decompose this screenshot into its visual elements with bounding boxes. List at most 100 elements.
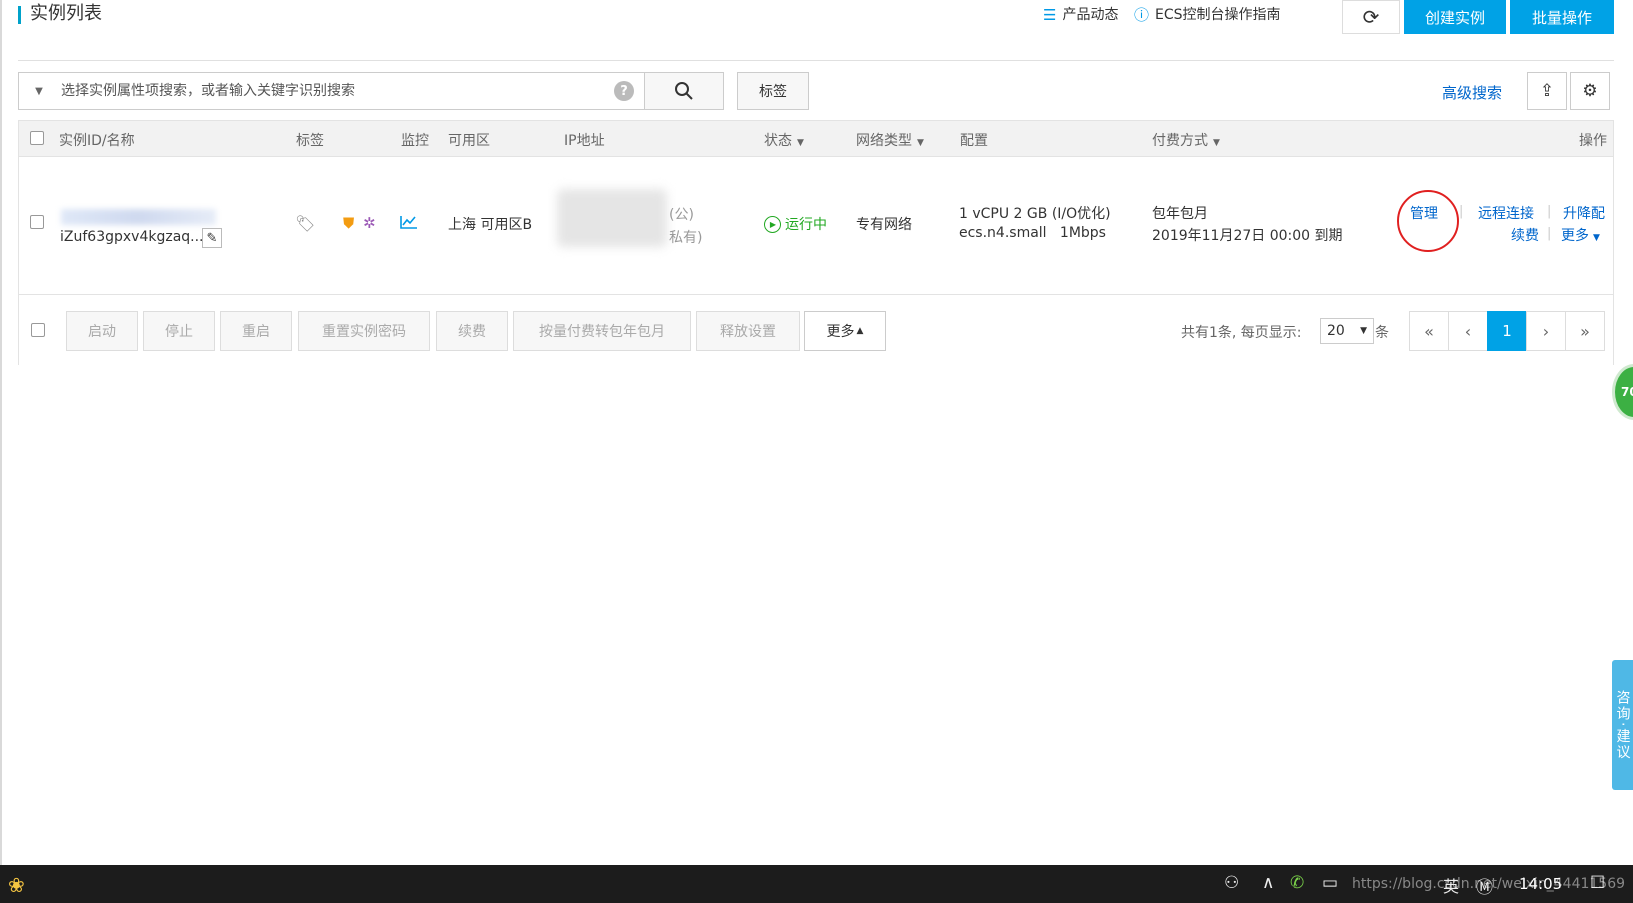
more-actions-link[interactable]: 更多 ▼ — [1561, 225, 1600, 245]
notification-icon[interactable]: ☐ — [1590, 873, 1605, 893]
select-all-checkbox[interactable] — [30, 131, 44, 145]
header-divider — [18, 60, 1614, 61]
export-button[interactable]: ⇪ — [1527, 72, 1567, 110]
first-page-button[interactable]: « — [1409, 311, 1449, 351]
search-input[interactable] — [59, 82, 614, 100]
upgrade-downgrade-link[interactable]: 升降配 — [1563, 203, 1605, 223]
network-type: 专有网络 — [856, 217, 912, 233]
start-button[interactable]: 启动 — [66, 311, 138, 351]
edit-name-button[interactable]: ✎ — [202, 228, 222, 248]
m-app-icon[interactable]: Ⓜ — [1476, 873, 1493, 898]
speed-ball-widget[interactable]: 70 — [1612, 364, 1633, 420]
sort-caret-icon: ▼ — [1213, 138, 1220, 148]
wechat-icon[interactable]: ✆ — [1290, 873, 1304, 893]
tag-icon[interactable]: 🏷 — [295, 214, 315, 233]
remote-connect-link[interactable]: 远程连接 — [1478, 203, 1534, 223]
page-1-button[interactable]: 1 — [1487, 311, 1527, 351]
question-icon[interactable]: ? — [614, 81, 634, 101]
dropdown-caret-icon[interactable]: ▼ — [19, 86, 59, 97]
row-checkbox[interactable] — [30, 215, 44, 229]
product-news-label: 产品动态 — [1062, 7, 1119, 23]
ime-indicator[interactable]: 英 — [1443, 873, 1459, 897]
page-size-select[interactable]: 20 ▼ — [1320, 318, 1374, 344]
monitor-chart-icon[interactable] — [400, 214, 418, 234]
column-billing[interactable]: 付费方式 ▼ — [1152, 130, 1220, 150]
action-separator: | — [1547, 204, 1552, 219]
ecs-guide-label: ECS控制台操作指南 — [1155, 7, 1281, 23]
consult-suggest-label: 咨询·建议 — [1614, 689, 1631, 761]
refresh-button[interactable]: ⟳ — [1342, 0, 1400, 34]
reset-password-button[interactable]: 重置实例密码 — [298, 311, 430, 351]
renew-button[interactable]: 续费 — [436, 311, 508, 351]
system-taskbar: ❀ ⚇ ∧ ✆ ▭ https://blog.csdn.net/weixin_4… — [0, 865, 1633, 903]
column-network[interactable]: 网络类型 ▼ — [856, 130, 924, 150]
page-size-value: 20 — [1327, 323, 1345, 339]
select-caret-icon: ▼ — [1360, 326, 1367, 336]
prev-page-button[interactable]: ‹ — [1448, 311, 1488, 351]
more-actions-label: 更多 — [1561, 228, 1589, 244]
next-page-button[interactable]: › — [1526, 311, 1566, 351]
battery-icon[interactable]: ▭ — [1322, 873, 1338, 893]
column-status[interactable]: 状态 ▼ — [764, 130, 804, 150]
tag-filter-button[interactable]: 标签 — [737, 72, 809, 110]
refresh-icon: ⟳ — [1362, 5, 1380, 29]
instance-id[interactable]: iZuf63gpxv4kgzaq... — [60, 229, 204, 245]
last-page-button[interactable]: » — [1565, 311, 1605, 351]
ecs-guide-link[interactable]: ⓘ ECS控制台操作指南 — [1134, 4, 1281, 26]
highlight-circle-annotation — [1397, 190, 1459, 252]
consult-suggest-tab[interactable]: 咨询·建议 — [1612, 660, 1633, 790]
search-icon — [675, 82, 693, 100]
create-instance-button[interactable]: 创建实例 — [1404, 0, 1506, 34]
status-badge: ▶ 运行中 — [764, 214, 827, 234]
column-config: 配置 — [960, 133, 988, 149]
ip-public-suffix: (公) — [669, 207, 694, 223]
renew-link[interactable]: 续费 — [1511, 225, 1539, 245]
column-ip: IP地址 — [564, 133, 605, 149]
plugin-icon[interactable]: ✲ — [363, 214, 376, 232]
page-title: 实例列表 — [18, 0, 102, 28]
instance-table: 实例ID/名称 标签 监控 可用区 IP地址 状态 ▼ 网络类型 ▼ 配置 付费方式… — [18, 120, 1614, 365]
pencil-icon: ✎ — [206, 230, 218, 246]
play-icon: ▶ — [764, 215, 781, 233]
caret-up-icon: ▲ — [856, 326, 864, 336]
clock-time[interactable]: 14:05 — [1519, 875, 1562, 893]
zone-value: 上海 可用区B — [448, 217, 533, 233]
advanced-search-link[interactable]: 高级搜索 — [1442, 82, 1502, 103]
config-line1: 1 vCPU 2 GB (I/O优化) — [959, 206, 1111, 222]
list-icon: ☰ — [1043, 6, 1057, 24]
batch-operation-button[interactable]: 批量操作 — [1510, 0, 1614, 34]
ip-private-suffix: 私有) — [669, 230, 703, 246]
product-news-link[interactable]: ☰ 产品动态 — [1043, 4, 1118, 26]
gear-icon: ⚙ — [1582, 81, 1598, 101]
stop-button[interactable]: 停止 — [143, 311, 215, 351]
table-header: 实例ID/名称 标签 监控 可用区 IP地址 状态 ▼ 网络类型 ▼ 配置 付费方式… — [19, 121, 1613, 157]
search-button[interactable] — [644, 72, 724, 110]
people-icon[interactable]: ⚇ — [1224, 873, 1239, 893]
table-row: iZuf63gpxv4kgzaq... ✎ 🏷 ⛊ ✲ 上海 可用区B (公) … — [19, 157, 1613, 295]
column-network-label: 网络类型 — [856, 133, 912, 149]
left-edge-line — [0, 0, 2, 865]
footer-select-all-checkbox[interactable] — [31, 323, 45, 337]
restart-button[interactable]: 重启 — [220, 311, 292, 351]
security-shield-icon[interactable]: ⛊ — [343, 214, 354, 232]
search-box[interactable]: ▼ ? — [18, 72, 645, 110]
speed-ball-value: 70 — [1621, 385, 1633, 399]
status-text: 运行中 — [785, 217, 827, 233]
release-settings-button[interactable]: 释放设置 — [696, 311, 800, 351]
billing-line2: 2019年11月27日 00:00 到期 — [1152, 228, 1343, 244]
chevron-up-icon[interactable]: ∧ — [1262, 873, 1274, 893]
config-line2: ecs.n4.small 1Mbps — [959, 225, 1106, 241]
sort-caret-icon: ▼ — [797, 138, 804, 148]
column-monitor: 监控 — [401, 133, 429, 149]
more-button[interactable]: 更多 ▲ — [804, 311, 886, 351]
settings-button[interactable]: ⚙ — [1570, 72, 1610, 110]
ip-address-redacted — [557, 189, 667, 247]
start-logo-icon[interactable]: ❀ — [8, 873, 32, 897]
billing-line1: 包年包月 — [1152, 206, 1208, 222]
convert-billing-button[interactable]: 按量付费转包年包月 — [513, 311, 691, 351]
column-actions: 操作 — [1579, 133, 1607, 149]
column-id-name: 实例ID/名称 — [59, 133, 135, 149]
column-tags: 标签 — [296, 133, 324, 149]
column-zone: 可用区 — [448, 133, 490, 149]
sort-caret-icon: ▼ — [917, 138, 924, 148]
